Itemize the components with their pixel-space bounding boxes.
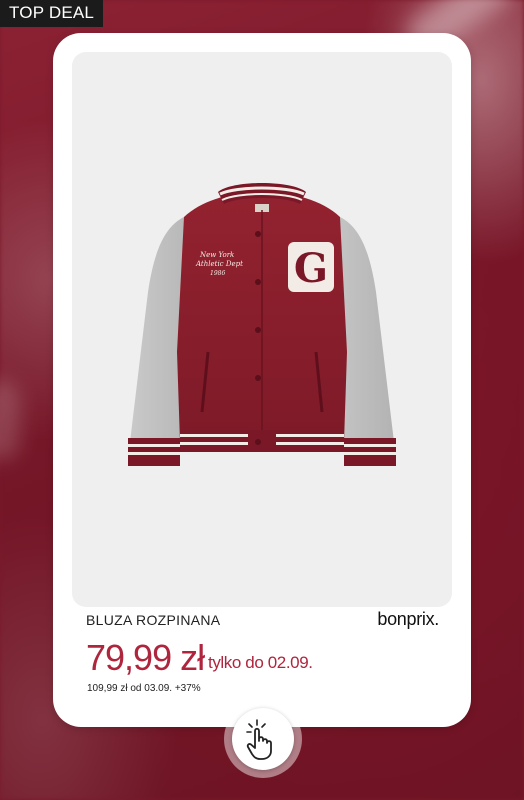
jacket-button xyxy=(255,279,261,285)
jacket-print-line: Athletic Dept xyxy=(195,260,243,268)
current-price: 79,99 zł xyxy=(86,637,205,678)
tap-cta-button[interactable] xyxy=(232,708,294,770)
jacket-button xyxy=(255,327,261,333)
tap-hand-icon xyxy=(246,719,272,760)
product-image[interactable]: New York Athletic Dept 1986 G xyxy=(72,52,452,607)
regular-price-info: 109,99 zł od 03.09. +37% xyxy=(87,683,201,694)
jacket-button xyxy=(255,375,261,381)
product-name[interactable]: BLUZA ROZPINANA xyxy=(86,612,220,628)
jacket-button xyxy=(255,231,261,237)
letter-patch-g: G xyxy=(294,245,328,292)
promo-date-note: tylko do 02.09. xyxy=(208,653,313,672)
top-deal-badge: TOP DEAL xyxy=(0,0,104,27)
bonprix-logo: bonprix. xyxy=(377,609,439,629)
jacket-print-line: New York xyxy=(199,251,234,259)
varsity-jacket-illustration: New York Athletic Dept 1986 G xyxy=(128,183,396,466)
jacket-print-line: 1986 xyxy=(210,270,225,277)
waistband xyxy=(180,430,344,452)
background-highlight xyxy=(0,380,20,460)
product-card[interactable]: New York Athletic Dept 1986 G BLUZA ROZP… xyxy=(53,33,471,727)
